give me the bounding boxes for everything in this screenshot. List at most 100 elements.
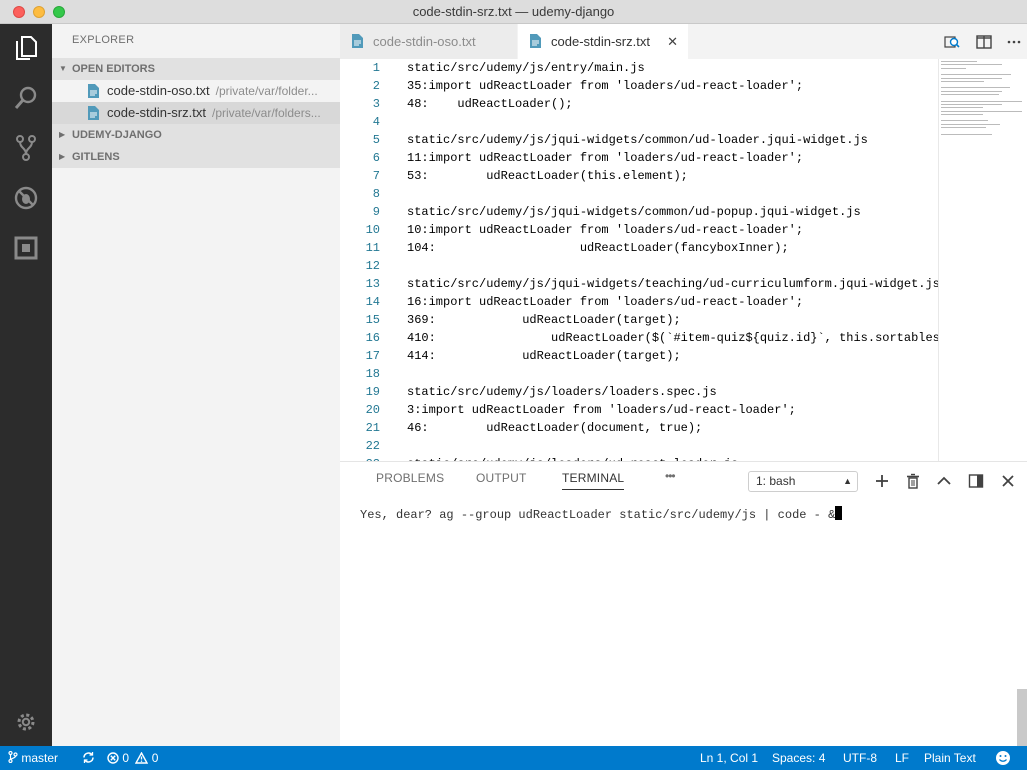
title-bar: code-stdin-srz.txt — udemy-django [0,0,1027,24]
minimap-line [941,120,988,122]
close-panel-icon[interactable] [1000,473,1016,489]
open-editor-item-srz[interactable]: code-stdin-srz.txt/private/var/folders..… [52,102,340,124]
close-icon[interactable]: ✕ [667,24,678,59]
line-number: 4 [372,115,380,129]
code-text: 35:import udReactLoader from 'loaders/ud… [407,79,804,93]
line-number: 3 [372,97,380,111]
status-bar: master 0 0 Ln 1, Col 1 Spaces: 4 UTF-8 L… [0,746,1027,770]
more-views-icon[interactable]: ••• [665,469,676,483]
line-number: 8 [372,187,380,201]
branch-name: master [21,751,59,765]
gitlens-section[interactable]: ▶ GITLENS [52,146,340,168]
terminal-command: Yes, dear? ag --group udReactLoader stat… [360,508,836,522]
code-editor[interactable]: 1 static/src/udemy/js/entry/main.js 2 35:im… [340,59,1027,461]
file-icon [88,84,99,98]
sync-icon[interactable] [82,746,95,770]
minimap-line [941,94,999,95]
explorer-sidebar: EXPLORER ▼ OPEN EDITORS code-stdin-oso.t… [52,24,340,746]
code-text: 410: udReactLoader($(`#item-quiz${quiz.i… [407,331,940,345]
more-actions-icon[interactable] [1006,34,1022,50]
extensions-icon[interactable] [12,234,40,262]
code-text: 414: udReactLoader(target); [407,349,681,363]
source-control-icon[interactable] [12,134,40,162]
debug-icon[interactable] [12,184,40,212]
tab-code-stdin-oso[interactable]: code-stdin-oso.txt [340,24,518,59]
file-icon [530,34,541,48]
minimap-line [941,127,986,128]
line-number: 16 [365,331,380,345]
problems-status[interactable]: 0 0 [107,746,158,770]
terminal-output[interactable]: Yes, dear? ag --group udReactLoader stat… [360,506,843,522]
bottom-panel: PROBLEMS OUTPUT TERMINAL ••• 1: bash ▲ Y… [340,461,1027,746]
warning-count: 0 [151,751,159,765]
search-icon[interactable] [12,84,40,112]
editor-tab-bar: code-stdin-oso.txt code-stdin-srz.txt ✕ [340,24,1027,59]
line-number: 11 [365,241,380,255]
branch-status[interactable]: master [8,746,58,770]
feedback-smiley-icon[interactable] [995,750,1011,770]
eol-status[interactable]: LF [895,746,909,770]
warning-icon [135,751,149,764]
line-number: 15 [365,313,380,327]
code-text: static/src/udemy/js/loaders/loaders.spec… [407,385,717,399]
line-number: 1 [372,61,380,75]
code-text: 104: udReactLoader(fancyboxInner); [407,241,789,255]
line-number: 18 [365,367,380,381]
line-number: 5 [372,133,380,147]
line-number: 13 [365,277,380,291]
explorer-files-icon[interactable] [12,34,40,62]
tab-label: code-stdin-srz.txt [551,34,650,49]
code-text: static/src/udemy/js/jqui-widgets/teachin… [407,277,940,291]
code-text: 46: udReactLoader(document, true); [407,421,703,435]
trash-icon[interactable] [905,473,921,489]
code-text: 16:import udReactLoader from 'loaders/ud… [407,295,804,309]
code-text: 369: udReactLoader(target); [407,313,681,327]
file-icon [88,106,99,120]
chevron-updown-icon: ▲ [843,476,852,486]
file-icon [352,34,363,48]
open-editor-item-oso[interactable]: code-stdin-oso.txt/private/var/folder... [52,80,340,102]
tab-output[interactable]: OUTPUT [476,471,527,485]
language-mode[interactable]: Plain Text [924,746,976,770]
code-text: 11:import udReactLoader from 'loaders/ud… [407,151,804,165]
open-editor-name: code-stdin-oso.txt [107,83,210,98]
indentation-status[interactable]: Spaces: 4 [772,746,825,770]
terminal-scrollbar[interactable] [1017,689,1027,746]
tab-problems[interactable]: PROBLEMS [376,471,444,485]
tab-code-stdin-srz[interactable]: code-stdin-srz.txt ✕ [518,24,688,59]
minimap-line [941,77,1002,79]
new-terminal-icon[interactable] [874,473,890,489]
minimap-line [941,123,1000,125]
settings-gear-icon[interactable] [12,708,40,736]
split-editor-icon[interactable] [976,34,992,50]
cursor-position[interactable]: Ln 1, Col 1 [700,746,758,770]
error-icon [107,752,119,764]
open-changes-icon[interactable] [944,34,960,50]
project-label: UDEMY-DJANGO [72,129,162,141]
minimap-line [941,80,984,82]
open-editors-section[interactable]: ▼ OPEN EDITORS [52,58,340,80]
line-number: 19 [365,385,380,399]
code-text: static/src/udemy/js/jqui-widgets/common/… [407,133,868,147]
chevron-up-icon[interactable] [936,473,952,489]
gitlens-label: GITLENS [72,151,120,163]
terminal-select[interactable]: 1: bash ▲ [748,471,858,492]
line-number: 21 [365,421,380,435]
line-number: 12 [365,259,380,273]
minimap-line [941,107,983,109]
chevron-right-icon: ▶ [59,152,66,161]
line-number: 6 [372,151,380,165]
toggle-panel-position-icon[interactable] [968,473,984,489]
line-number: 20 [365,403,380,417]
line-number: 17 [365,349,380,363]
window-title: code-stdin-srz.txt — udemy-django [412,4,615,19]
minimap-line [941,61,977,62]
encoding-status[interactable]: UTF-8 [843,746,877,770]
chevron-down-icon: ▼ [59,64,67,73]
minimap[interactable] [938,59,1027,461]
line-number: 10 [365,223,380,237]
tab-terminal[interactable]: TERMINAL [562,471,625,490]
minimap-line [941,67,966,69]
minimap-line [941,64,1002,66]
project-section[interactable]: ▶ UDEMY-DJANGO [52,124,340,146]
